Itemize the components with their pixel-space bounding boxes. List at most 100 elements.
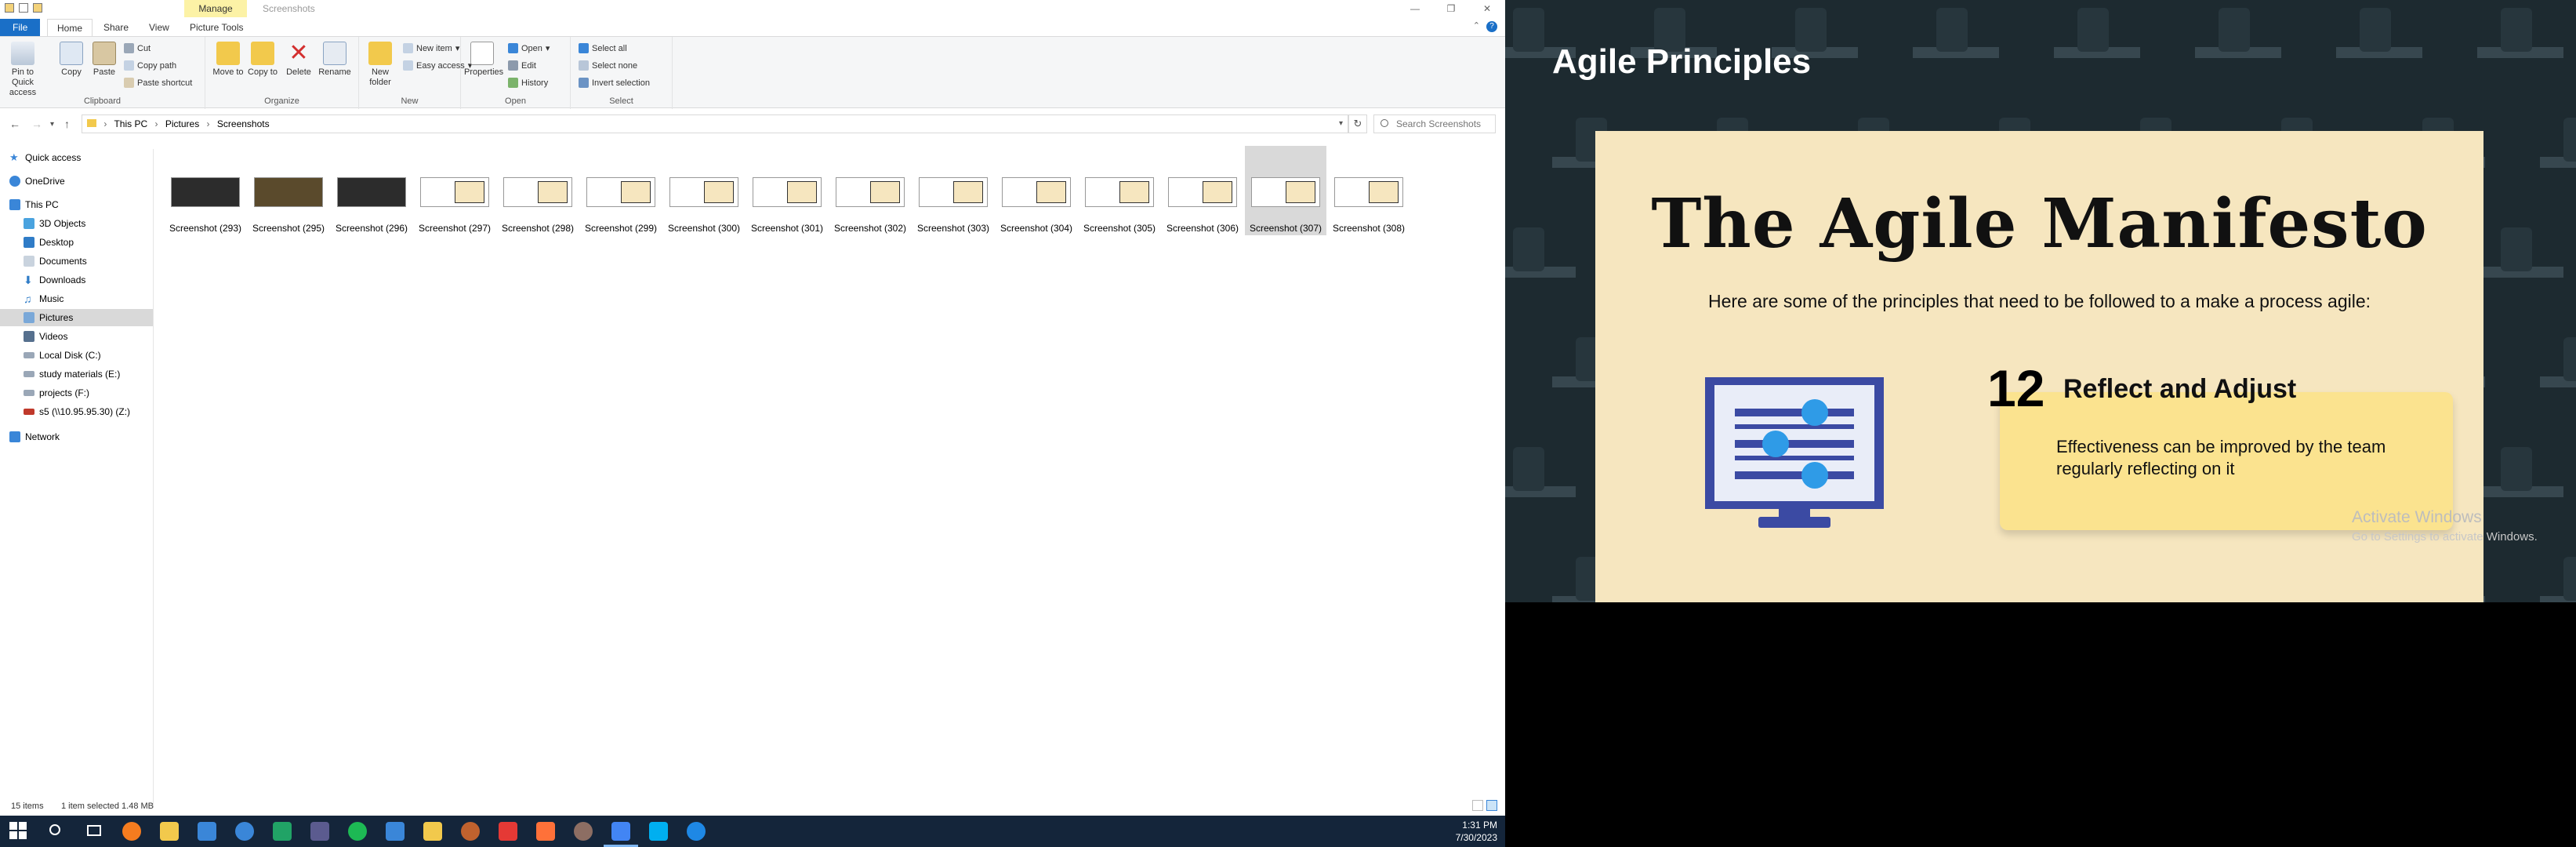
delete-button[interactable]: ✕ Delete <box>281 42 317 78</box>
tab-home[interactable]: Home <box>47 19 93 36</box>
obs-icon[interactable] <box>310 822 329 841</box>
nav-local-disk-c[interactable]: Local Disk (C:) <box>0 347 153 364</box>
file-thumbnail[interactable]: Screenshot (296) <box>331 146 412 235</box>
file-thumbnail[interactable]: Screenshot (307) <box>1245 146 1326 235</box>
back-icon[interactable]: ← <box>9 118 20 130</box>
address-dropdown-icon[interactable]: ▾ <box>1339 115 1343 133</box>
tab-share[interactable]: Share <box>94 19 138 36</box>
file-thumbnail[interactable]: Screenshot (306) <box>1162 146 1243 235</box>
app-orange-icon[interactable] <box>122 822 141 841</box>
properties-icon[interactable] <box>19 3 28 13</box>
firefox-icon[interactable] <box>536 822 555 841</box>
nav-quick-access[interactable]: ★ Quick access <box>0 149 153 166</box>
breadcrumb-pictures[interactable]: Pictures <box>165 118 199 129</box>
nav-documents[interactable]: Documents <box>0 253 153 270</box>
paste-button[interactable]: Paste <box>86 42 122 78</box>
address-bar[interactable]: › This PC › Pictures › Screenshots ▾ <box>82 115 1348 133</box>
tab-file[interactable]: File <box>0 19 41 36</box>
copy-path-button[interactable]: Copy path <box>124 60 176 71</box>
properties-button[interactable]: Properties <box>464 42 503 78</box>
file-explorer-icon[interactable] <box>160 822 179 841</box>
search-box[interactable] <box>1373 115 1496 133</box>
file-thumbnail[interactable]: Screenshot (300) <box>663 146 745 235</box>
close-icon[interactable]: ✕ <box>1469 0 1505 17</box>
start-icon[interactable] <box>9 822 28 841</box>
cut-button[interactable]: Cut <box>124 43 151 53</box>
breadcrumb-screenshots[interactable]: Screenshots <box>217 118 270 129</box>
restore-icon[interactable]: ❐ <box>1433 0 1469 17</box>
pencil-icon[interactable] <box>423 822 442 841</box>
history-button[interactable]: History <box>508 78 548 88</box>
file-thumbnail[interactable]: Screenshot (308) <box>1328 146 1410 235</box>
select-all-button[interactable]: Select all <box>579 43 627 53</box>
star-icon: ★ <box>9 151 19 163</box>
forward-icon[interactable]: → <box>31 118 42 130</box>
refresh-icon[interactable]: ↻ <box>1348 115 1367 133</box>
new-folder-icon[interactable] <box>33 3 42 13</box>
nav-downloads[interactable]: ⬇ Downloads <box>0 271 153 289</box>
breadcrumb-this-pc[interactable]: This PC <box>114 118 147 129</box>
store-icon[interactable] <box>198 822 216 841</box>
file-name: Screenshot (306) <box>1166 223 1239 234</box>
quick-access-toolbar[interactable] <box>5 3 42 13</box>
tab-manage[interactable]: Manage <box>184 0 247 17</box>
task-view-icon[interactable] <box>85 822 103 841</box>
file-thumbnail[interactable]: Screenshot (299) <box>580 146 662 235</box>
select-none-button[interactable]: Select none <box>579 60 637 71</box>
file-thumbnail[interactable]: Screenshot (293) <box>165 146 246 235</box>
skype-icon[interactable] <box>649 822 668 841</box>
move-to-button[interactable]: Move to <box>210 42 246 78</box>
search-input[interactable] <box>1395 118 1489 130</box>
nav-network[interactable]: Network <box>0 428 153 445</box>
nav-projects-f[interactable]: projects (F:) <box>0 384 153 402</box>
new-item-button[interactable]: New item ▾ <box>403 43 459 53</box>
large-icons-view-icon[interactable] <box>1486 800 1497 811</box>
file-thumbnail[interactable]: Screenshot (305) <box>1079 146 1160 235</box>
file-thumbnail[interactable]: Screenshot (302) <box>829 146 911 235</box>
file-thumbnail[interactable]: Screenshot (303) <box>912 146 994 235</box>
copy-button[interactable]: Copy <box>53 42 89 78</box>
tab-picture-tools[interactable]: Picture Tools <box>180 19 252 36</box>
folder-icon <box>87 119 96 127</box>
details-view-icon[interactable] <box>1472 800 1483 811</box>
nav-onedrive[interactable]: OneDrive <box>0 173 153 190</box>
invert-selection-button[interactable]: Invert selection <box>579 78 650 88</box>
file-thumbnail[interactable]: Screenshot (304) <box>996 146 1077 235</box>
nav-desktop[interactable]: Desktop <box>0 234 153 251</box>
up-icon[interactable]: ↑ <box>64 118 70 130</box>
nav-study-materials-e[interactable]: study materials (E:) <box>0 365 153 383</box>
search-icon[interactable] <box>47 822 66 841</box>
collapse-ribbon-icon[interactable]: ⌃ <box>1473 20 1480 31</box>
file-thumbnail[interactable]: Screenshot (295) <box>248 146 329 235</box>
spotify-icon[interactable] <box>348 822 367 841</box>
file-thumbnail[interactable]: Screenshot (298) <box>497 146 579 235</box>
photos-icon[interactable] <box>386 822 405 841</box>
nav-this-pc[interactable]: This PC <box>0 196 153 213</box>
opera-icon[interactable] <box>499 822 517 841</box>
system-clock[interactable]: 1:31 PM 7/30/2023 <box>1456 819 1497 844</box>
nav-network-drive-z[interactable]: s5 (\\10.95.95.30) (Z:) <box>0 403 153 420</box>
file-thumbnail[interactable]: Screenshot (301) <box>746 146 828 235</box>
nav-videos[interactable]: Videos <box>0 328 153 345</box>
chrome-icon[interactable] <box>611 822 630 841</box>
app-blue-icon[interactable] <box>687 822 706 841</box>
tab-view[interactable]: View <box>140 19 179 36</box>
new-folder-button[interactable]: New folder <box>362 42 398 88</box>
open-button[interactable]: Open ▾ <box>508 43 550 53</box>
rename-button[interactable]: Rename <box>317 42 353 78</box>
help-icon[interactable]: ? <box>1486 21 1497 32</box>
copy-to-button[interactable]: Copy to <box>245 42 281 78</box>
mail-icon[interactable] <box>235 822 254 841</box>
excel-icon[interactable] <box>273 822 292 841</box>
nav-music[interactable]: ♫ Music <box>0 290 153 307</box>
minecraft-icon[interactable] <box>574 822 593 841</box>
nav-pictures[interactable]: Pictures <box>0 309 153 326</box>
minimize-icon[interactable]: — <box>1397 0 1433 17</box>
file-thumbnail[interactable]: Screenshot (297) <box>414 146 495 235</box>
app-brown-icon[interactable] <box>461 822 480 841</box>
recent-locations-icon[interactable]: ▾ <box>50 120 54 129</box>
nav-3d-objects[interactable]: 3D Objects <box>0 215 153 232</box>
edit-button[interactable]: Edit <box>508 60 536 71</box>
pin-quick-access-button[interactable]: Pin to Quick access <box>5 42 41 98</box>
paste-shortcut-button[interactable]: Paste shortcut <box>124 78 192 88</box>
